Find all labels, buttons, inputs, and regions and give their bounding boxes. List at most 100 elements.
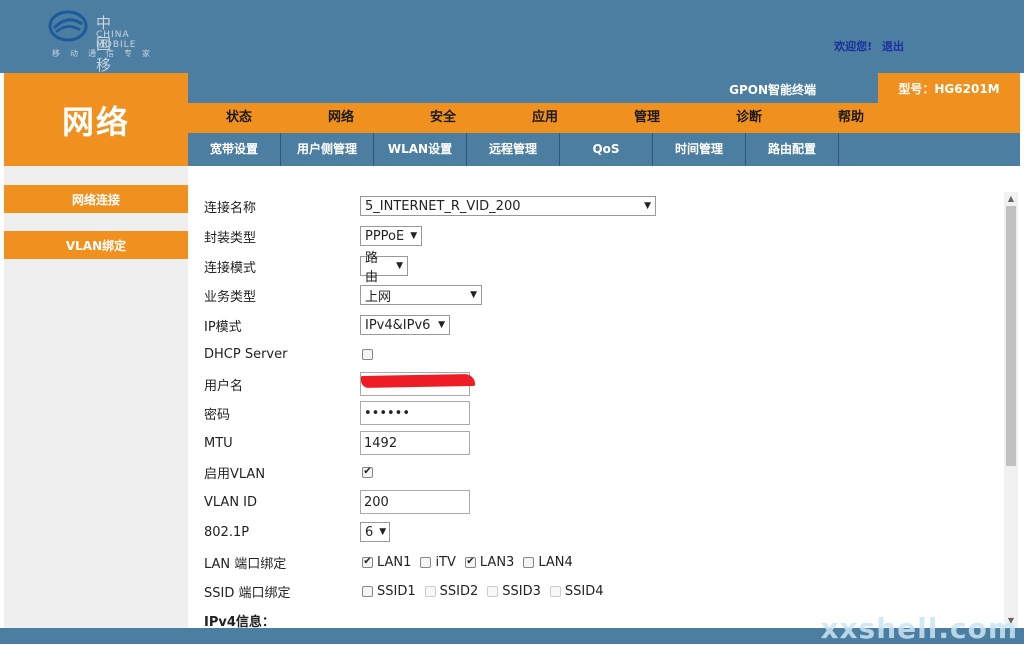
tab-user-side[interactable]: 用户侧管理	[281, 133, 374, 166]
ssid-option-3[interactable]: SSID3	[487, 584, 541, 599]
itv-checkbox[interactable]	[420, 556, 432, 568]
nav-application[interactable]: 应用	[494, 103, 596, 133]
ip-mode-select[interactable]: IPv4&IPv6 ▼	[360, 315, 450, 335]
label-connection-name: 连接名称	[204, 200, 257, 216]
scroll-up-arrow-icon[interactable]: ▲	[1006, 194, 1016, 204]
ssid-option-2[interactable]: SSID2	[424, 583, 479, 599]
tab-time[interactable]: 时间管理	[653, 133, 746, 166]
ssid1-checkbox[interactable]	[362, 585, 373, 597]
row-password: 密码 ••••••	[204, 401, 984, 425]
nav-network[interactable]: 网络	[290, 103, 392, 133]
row-ssid-binding: SSID 端口绑定 SSID1 SSID2 SSID3 SSID4	[204, 580, 984, 602]
username-input[interactable]	[360, 372, 476, 396]
ssid4-label: SSID4	[564, 583, 604, 599]
connection-name-select[interactable]: 5_INTERNET_R_VID_200 ▼	[360, 196, 656, 216]
ssid-option-4[interactable]: SSID4	[549, 583, 604, 599]
ssid1-label: SSID1	[377, 583, 416, 599]
label-password: 密码	[204, 407, 231, 423]
sidebar: 网络连接 VLAN绑定	[4, 166, 188, 644]
row-username: 用户名	[204, 372, 984, 396]
ctl-connection-mode: 路由 ▼	[360, 251, 408, 285]
dhcp-server-checkbox[interactable]	[362, 348, 373, 360]
label-ssid-binding: SSID 端口绑定	[204, 585, 291, 601]
tab-wlan[interactable]: WLAN设置	[374, 133, 467, 166]
label-enable-vlan: 启用VLAN	[204, 466, 266, 482]
label-lan-binding: LAN 端口绑定	[204, 556, 287, 572]
service-type-select[interactable]: 上网 ▼	[360, 285, 482, 305]
8021p-select[interactable]: 6 ▼	[360, 522, 390, 542]
encapsulation-select[interactable]: PPPoE ▼	[360, 226, 422, 246]
enable-vlan-checkbox[interactable]: ✔	[362, 466, 373, 478]
header-links: 欢迎您! 退出	[828, 38, 904, 54]
row-mtu: MTU 1492	[204, 431, 984, 455]
row-ip-mode: IP模式 IPv4&IPv6 ▼	[204, 314, 984, 336]
logout-link[interactable]: 退出	[882, 40, 904, 53]
chevron-down-icon: ▼	[410, 231, 418, 241]
section-title: 网络	[4, 73, 188, 166]
lan-option-lan3[interactable]: ✔ LAN3	[464, 554, 515, 570]
encapsulation-value: PPPoE	[365, 228, 405, 244]
ctl-enable-vlan: ✔	[362, 466, 373, 478]
row-lan-binding: LAN 端口绑定 ✔ LAN1 iTV ✔ LAN3 LAN4	[204, 551, 984, 573]
top-header: 中国移动通信 CHINA MOBILE 移动通信专家 欢迎您! 退出	[0, 0, 1024, 137]
itv-label: iTV	[435, 554, 456, 570]
lan3-checkbox[interactable]: ✔	[464, 556, 476, 568]
connection-mode-value: 路由	[365, 251, 379, 285]
ssid4-checkbox[interactable]	[549, 585, 561, 597]
sidebar-item-connection[interactable]: 网络连接	[4, 185, 188, 213]
password-input[interactable]: ••••••	[360, 401, 470, 425]
ssid-option-1[interactable]: SSID1	[362, 584, 416, 599]
tab-routing[interactable]: 路由配置	[746, 133, 839, 166]
tab-broadband[interactable]: 宽带设置	[188, 133, 281, 166]
ctl-dhcp-server	[362, 348, 373, 360]
row-encapsulation: 封装类型 PPPoE ▼	[204, 225, 984, 247]
label-username: 用户名	[204, 378, 244, 394]
tab-remote[interactable]: 远程管理	[467, 133, 560, 166]
scroll-thumb[interactable]	[1006, 206, 1016, 466]
welcome-text: 欢迎您!	[834, 40, 873, 53]
sidebar-item-vlan-binding[interactable]: VLAN绑定	[4, 231, 188, 259]
ctl-username	[360, 372, 476, 396]
ssid2-label: SSID2	[439, 583, 479, 599]
nav-help[interactable]: 帮助	[800, 103, 902, 133]
label-connection-mode: 连接模式	[204, 260, 257, 276]
china-mobile-logo-icon	[48, 10, 88, 42]
product-infobar: GPON智能终端	[188, 73, 878, 103]
lan-option-itv[interactable]: iTV	[420, 554, 456, 570]
lan1-checkbox[interactable]: ✔	[362, 556, 373, 568]
chevron-down-icon: ▼	[379, 527, 387, 537]
lan-option-lan4[interactable]: LAN4	[523, 554, 573, 570]
label-8021p: 802.1P	[204, 524, 250, 540]
connection-mode-select[interactable]: 路由 ▼	[360, 251, 408, 285]
ipv4-section-title: IPv4信息：	[204, 614, 275, 629]
vertical-scrollbar[interactable]: ▲ ▼	[1004, 192, 1018, 628]
chevron-down-icon: ▼	[470, 290, 477, 300]
ip-mode-value: IPv4&IPv6	[365, 317, 431, 333]
nav-security[interactable]: 安全	[392, 103, 494, 133]
connection-name-value: 5_INTERNET_R_VID_200	[365, 198, 521, 214]
vlan-id-input[interactable]: 200	[360, 490, 470, 514]
ctl-ip-mode: IPv4&IPv6 ▼	[360, 315, 450, 335]
lan-binding-group: ✔ LAN1 iTV ✔ LAN3 LAN4	[362, 555, 582, 570]
password-value: ••••••	[364, 405, 411, 421]
service-type-value: 上网	[365, 289, 392, 305]
lan-option-lan1[interactable]: ✔ LAN1	[362, 555, 411, 570]
model-badge: 型号：HG6201M	[878, 73, 1020, 103]
sub-nav: 宽带设置 用户侧管理 WLAN设置 远程管理 QoS 时间管理 路由配置	[188, 133, 1020, 166]
watermark: xxshell.com	[820, 612, 1018, 645]
lan4-label: LAN4	[538, 554, 573, 570]
ssid3-checkbox[interactable]	[487, 585, 499, 597]
lan4-checkbox[interactable]	[523, 556, 535, 568]
mtu-input[interactable]: 1492	[360, 431, 470, 455]
main-nav: 状态 网络 安全 应用 管理 诊断 帮助	[188, 103, 1020, 133]
lan3-label: LAN3	[479, 554, 515, 570]
label-encapsulation: 封装类型	[204, 230, 257, 246]
tab-qos[interactable]: QoS	[560, 133, 653, 166]
8021p-value: 6	[365, 524, 374, 540]
nav-status[interactable]: 状态	[188, 103, 290, 133]
chevron-down-icon: ▼	[644, 201, 651, 211]
nav-management[interactable]: 管理	[596, 103, 698, 133]
label-service-type: 业务类型	[204, 289, 257, 305]
ssid2-checkbox[interactable]	[424, 585, 436, 597]
nav-diagnosis[interactable]: 诊断	[698, 103, 800, 133]
